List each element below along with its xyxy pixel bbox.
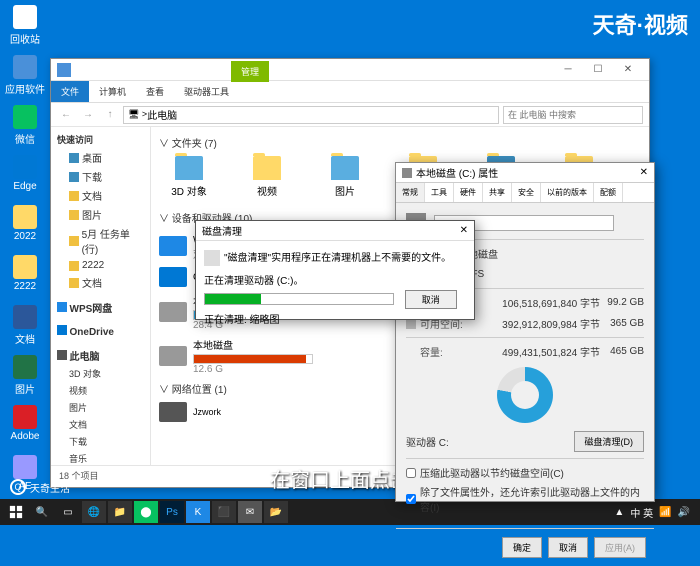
tab-sharing[interactable]: 共享 xyxy=(483,183,512,202)
props-titlebar[interactable]: 本地磁盘 (C:) 属性✕ xyxy=(396,163,654,183)
address-bar: ← → ↑ 🖥 > 此电脑 xyxy=(51,103,649,127)
index-checkbox[interactable] xyxy=(406,494,416,504)
tab-tools[interactable]: 工具 xyxy=(425,183,454,202)
desktop-icon[interactable]: 2222 xyxy=(5,255,45,297)
taskbar-app[interactable]: K xyxy=(186,501,210,523)
taskbar-app[interactable]: Ps xyxy=(160,501,184,523)
sidebar-wps[interactable]: WPS网盘 xyxy=(55,298,146,317)
taskbar-app[interactable]: ⬤ xyxy=(134,501,158,523)
network-icon[interactable]: 📶 xyxy=(659,507,671,518)
site-logo: Q天奇生活 xyxy=(10,479,70,495)
desktop-icons: 回收站 应用软件 微信 Edge 2022 2222 文档 图片 Adobe A… xyxy=(5,5,45,497)
fs-value: NTFS xyxy=(458,269,644,280)
cleanup-titlebar[interactable]: 磁盘清理✕ xyxy=(196,221,474,241)
compress-checkbox[interactable] xyxy=(406,468,416,478)
taskbar-app[interactable]: 🌐 xyxy=(82,501,106,523)
desktop-icon[interactable]: Adobe xyxy=(5,405,45,447)
maximize-button[interactable]: ☐ xyxy=(583,60,613,80)
address-field[interactable]: 🖥 > 此电脑 xyxy=(123,106,499,124)
scanning-label: 正在清理驱动器 (C:)。 xyxy=(204,272,466,287)
ribbon: 文件 计算机 查看 驱动器工具 xyxy=(51,81,649,103)
forward-button[interactable]: → xyxy=(79,106,97,124)
tab-quota[interactable]: 配额 xyxy=(594,183,623,202)
desktop-icon[interactable]: 2022 xyxy=(5,205,45,247)
taskbar-app[interactable]: 📁 xyxy=(108,501,132,523)
sidebar-item[interactable]: 文档 xyxy=(55,186,146,205)
ok-button[interactable]: 确定 xyxy=(502,537,542,558)
sidebar-onedrive[interactable]: OneDrive xyxy=(55,323,146,340)
sidebar-item[interactable]: 3D 对象 xyxy=(55,365,146,382)
sidebar-item[interactable]: 下载 xyxy=(55,433,146,450)
tab-computer[interactable]: 计算机 xyxy=(89,81,136,102)
desktop-icon[interactable]: 微信 xyxy=(5,105,45,147)
folder-item[interactable]: 3D 对象 xyxy=(159,156,219,198)
start-button[interactable] xyxy=(4,501,28,523)
desktop-icon[interactable]: 文档 xyxy=(5,305,45,347)
search-input[interactable] xyxy=(503,106,643,124)
explorer-icon xyxy=(57,63,71,77)
tab-security[interactable]: 安全 xyxy=(512,183,541,202)
tab-general[interactable]: 常规 xyxy=(396,183,425,202)
drive-label: 驱动器 C: xyxy=(406,434,449,449)
desktop-icon[interactable]: 回收站 xyxy=(5,5,45,47)
folder-item[interactable]: 视频 xyxy=(237,156,297,198)
sidebar-item[interactable]: 下载 xyxy=(55,167,146,186)
taskbar-explorer[interactable]: 📂 xyxy=(264,501,288,523)
tab-view[interactable]: 查看 xyxy=(136,81,174,102)
sidebar: 快速访问 桌面 下载 文档 图片 5月 任务单(行) 2222 文档 WPS网盘… xyxy=(51,127,151,465)
desktop-icon[interactable]: 应用软件 xyxy=(5,55,45,97)
sidebar-item[interactable]: 图片 xyxy=(55,205,146,224)
sidebar-item[interactable]: 图片 xyxy=(55,399,146,416)
close-button[interactable]: ✕ xyxy=(613,60,643,80)
tab-prev[interactable]: 以前的版本 xyxy=(541,183,594,202)
type-value: 本地磁盘 xyxy=(458,246,644,261)
titlebar[interactable]: 管理 ─ ☐ ✕ xyxy=(51,59,649,81)
sidebar-this-pc[interactable]: 此电脑 xyxy=(55,346,146,365)
sidebar-item[interactable]: 文档 xyxy=(55,273,146,292)
search-icon[interactable]: 🔍 xyxy=(30,501,54,523)
disk-cleanup-window: 磁盘清理✕ "磁盘清理"实用程序正在清理机器上不需要的文件。 正在清理驱动器 (… xyxy=(195,220,475,320)
sidebar-quick-access[interactable]: 快速访问 xyxy=(55,131,146,148)
tab-file[interactable]: 文件 xyxy=(51,81,89,102)
tab-hardware[interactable]: 硬件 xyxy=(454,183,483,202)
sidebar-item[interactable]: 文档 xyxy=(55,416,146,433)
cancel-button[interactable]: 取消 xyxy=(548,537,588,558)
close-icon[interactable]: ✕ xyxy=(460,225,468,236)
volume-icon[interactable]: 🔊 xyxy=(678,507,690,518)
usage-pie-chart xyxy=(497,367,553,423)
cancel-button[interactable]: 取消 xyxy=(405,290,457,309)
desktop-icon[interactable]: 图片 xyxy=(5,355,45,397)
task-view-icon[interactable]: ▭ xyxy=(56,501,80,523)
current-file-label: 正在清理: 缩略图 xyxy=(204,311,466,326)
props-tabs: 常规 工具 硬件 共享 安全 以前的版本 配额 xyxy=(396,183,654,203)
sidebar-item[interactable]: 2222 xyxy=(55,258,146,273)
sidebar-item[interactable]: 音乐 xyxy=(55,450,146,465)
taskbar-app[interactable]: ⬛ xyxy=(212,501,236,523)
sidebar-item[interactable]: 视频 xyxy=(55,382,146,399)
tab-drive-tools[interactable]: 驱动器工具 xyxy=(174,81,239,102)
watermark: 天奇·视频 xyxy=(593,8,688,40)
cleanup-icon xyxy=(204,250,220,266)
disk-cleanup-button[interactable]: 磁盘清理(D) xyxy=(574,431,645,452)
apply-button[interactable]: 应用(A) xyxy=(594,537,646,558)
sidebar-item[interactable]: 5月 任务单(行) xyxy=(55,224,146,258)
sidebar-item[interactable]: 桌面 xyxy=(55,148,146,167)
desktop-icon[interactable]: Edge xyxy=(5,155,45,197)
progress-bar xyxy=(204,293,394,305)
back-button[interactable]: ← xyxy=(57,106,75,124)
folders-header[interactable]: ∨ 文件夹 (7) xyxy=(159,135,641,150)
folder-item[interactable]: 图片 xyxy=(315,156,375,198)
cleanup-message: "磁盘清理"实用程序正在清理机器上不需要的文件。 xyxy=(224,253,451,264)
minimize-button[interactable]: ─ xyxy=(553,60,583,80)
up-button[interactable]: ↑ xyxy=(101,106,119,124)
close-icon[interactable]: ✕ xyxy=(640,167,648,178)
manage-indicator: 管理 xyxy=(231,61,269,82)
taskbar-app[interactable]: ✉ xyxy=(238,501,262,523)
